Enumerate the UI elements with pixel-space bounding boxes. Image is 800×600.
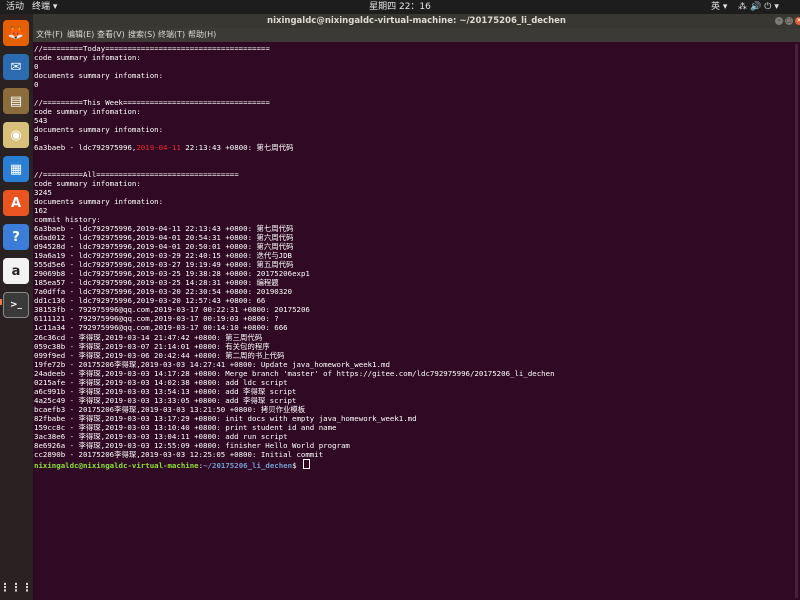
terminal-line: d94528d - ldc792975996,2019-04-01 20:50:… [34,242,294,252]
prompt-path: ~/20175206_li_dechen [203,460,293,470]
terminal-line: bcaefb3 - 20175206李得琛,2019-03-03 13:21:5… [34,404,306,414]
menu-terminal[interactable]: 终端(T) [158,28,185,42]
terminal-line: 7a0dffa - ldc792975996,2019-03-20 22:30:… [34,287,293,297]
files-icon[interactable]: ▤ [3,88,29,114]
menu-search[interactable]: 搜索(S) [128,28,155,42]
terminal-line: 19fe72b - 20175206李得琛,2019-03-03 14:27:4… [34,359,390,369]
system-menu-icons[interactable]: ⁂🔊⏻▾ [738,0,782,14]
terminal-line: documents summary infomation: [34,125,164,135]
terminal-line: 185ea57 - ldc792975996,2019-03-25 14:28:… [34,278,279,288]
prompt-user: nixingaldc@nixingaldc-virtual-machine [34,460,199,470]
terminal-line: commit history: [34,215,101,225]
minimize-button[interactable]: – [775,17,783,25]
window-titlebar[interactable]: nixingaldc@nixingaldc-virtual-machine: ~… [33,14,800,28]
show-applications-icon[interactable]: ⋮⋮⋮ [0,574,33,600]
clock[interactable]: 星期四 22：16 [0,0,800,14]
dock: 🦊 ✉ ▤ ◉ ▦ A? a >_ ⋮⋮⋮ [0,14,33,600]
terminal-line: 4a25c49 - 李得琛,2019-03-03 13:33:05 +0800:… [34,395,297,405]
input-method-indicator[interactable]: 英 ▾ [711,0,727,14]
terminal-line: 6111121 - 792975996@qq.com,2019-03-17 00… [34,314,279,324]
terminal-line: 8e6926a - 李得琛,2019-03-03 12:55:09 +0800:… [34,440,350,450]
menu-view[interactable]: 查看(V) [97,28,125,42]
terminal-scrollbar[interactable] [795,44,798,598]
menu-edit[interactable]: 编辑(E) [67,28,94,42]
close-button[interactable]: ✕ [795,17,800,25]
thunderbird-icon[interactable]: ✉ [3,54,29,80]
output-block-summary: //=========Today========================… [34,44,800,143]
amazon-icon[interactable]: a [3,258,29,284]
terminal-line: 3ac38e6 - 李得琛,2019-03-03 13:04:11 +0800:… [34,431,288,441]
output-block-history: //=========All==========================… [34,152,800,459]
terminal-line: 162 [34,206,48,216]
terminal-line: //=========This Week====================… [34,98,270,108]
terminal-line: 19a6a19 - ldc792975996,2019-03-29 22:40:… [34,251,292,261]
libreoffice-writer-icon[interactable]: ▦ [3,156,29,182]
commit-prefix: 6a3baeb - ldc792975996, [34,143,137,153]
terminal-line: 0 [34,80,39,90]
terminal-line: cc2890b - 20175206李得琛,2019-03-03 12:25:0… [34,449,324,459]
maximize-button[interactable]: □ [785,17,793,25]
highlighted-commit-line: 6a3baeb - ldc792975996,2019-04-11 22:13:… [34,143,800,152]
terminal-line: documents summary infomation: [34,197,164,207]
firefox-icon[interactable]: 🦊 [3,20,29,46]
terminal-line: 26c36cd - 李得琛,2019-03-14 21:47:42 +0800:… [34,332,263,342]
terminal-line: //=========Today========================… [34,44,270,53]
window-title: nixingaldc@nixingaldc-virtual-machine: ~… [267,16,566,26]
terminal-line: 6dad012 - ldc792975996,2019-04-01 20:54:… [34,233,294,243]
commit-suffix: 22:13:43 +0800: 第七周代码 [180,143,294,153]
terminal-line: documents summary infomation: [34,71,164,81]
menu-help[interactable]: 帮助(H) [188,28,216,42]
terminal-line: 6a3baeb - ldc792975996,2019-04-11 22:13:… [34,224,294,234]
running-indicator [0,299,2,305]
shell-prompt[interactable]: nixingaldc@nixingaldc-virtual-machine:~/… [34,458,800,470]
terminal-line: 82fbabe - 李得琛,2019-03-03 13:17:29 +0800:… [34,413,417,423]
terminal-line: 0 [34,134,39,144]
prompt-symbol: $ [292,460,301,470]
terminal-line: 543 [34,116,48,126]
terminal-line: 059c38b - 李得琛,2019-03-07 21:14:01 +0800:… [34,341,270,351]
terminal-line: dd1c136 - ldc792975996,2019-03-20 12:57:… [34,296,266,306]
terminal-icon[interactable]: >_ [3,292,29,318]
terminal-line: code summary infomation: [34,53,141,63]
terminal-line: 24adeeb - 李得琛,2019-03-03 14:17:28 +0800:… [34,368,555,378]
terminal-line: 159cc8c - 李得琛,2019-03-03 13:10:40 +0800:… [34,422,337,432]
terminal-line: code summary infomation: [34,107,141,117]
terminal-line: a6c991b - 李得琛,2019-03-03 13:54:13 +0800:… [34,386,297,396]
terminal-line: //=========All==========================… [34,170,239,180]
terminal-line: 3245 [34,188,52,198]
terminal-line: 0 [34,62,39,72]
top-panel: 活动 终端 ▾ 星期四 22：16 英 ▾ ⁂🔊⏻▾ [0,0,800,14]
commit-date-highlight: 2019-04-11 [136,143,181,153]
terminal-menubar: 文件(F) 编辑(E) 查看(V) 搜索(S) 终端(T) 帮助(H) [33,28,800,42]
help-icon[interactable]: ? [3,224,29,250]
terminal-line: 0215afe - 李得琛,2019-03-03 14:02:38 +0800:… [34,377,288,387]
menu-file[interactable]: 文件(F) [36,28,63,42]
text-cursor [303,458,310,469]
rhythmbox-icon[interactable]: ◉ [3,122,29,148]
terminal-line: 1c11a34 - 792975996@qq.com,2019-03-17 00… [34,323,288,333]
terminal-line: code summary infomation: [34,179,141,189]
terminal-line: 555d5e6 - ldc792975996,2019-03-27 19:19:… [34,260,294,270]
software-center-icon[interactable]: A [3,190,29,216]
terminal-line: 099f9ed - 李得琛,2019-03-06 20:42:44 +0800:… [34,350,285,360]
terminal-line: 29069b8 - ldc792975996,2019-03-25 19:38:… [34,269,310,279]
terminal-line: 38153fb - 792975996@qq.com,2019-03-17 00… [34,305,310,315]
terminal-output[interactable]: //=========Today========================… [33,42,800,600]
